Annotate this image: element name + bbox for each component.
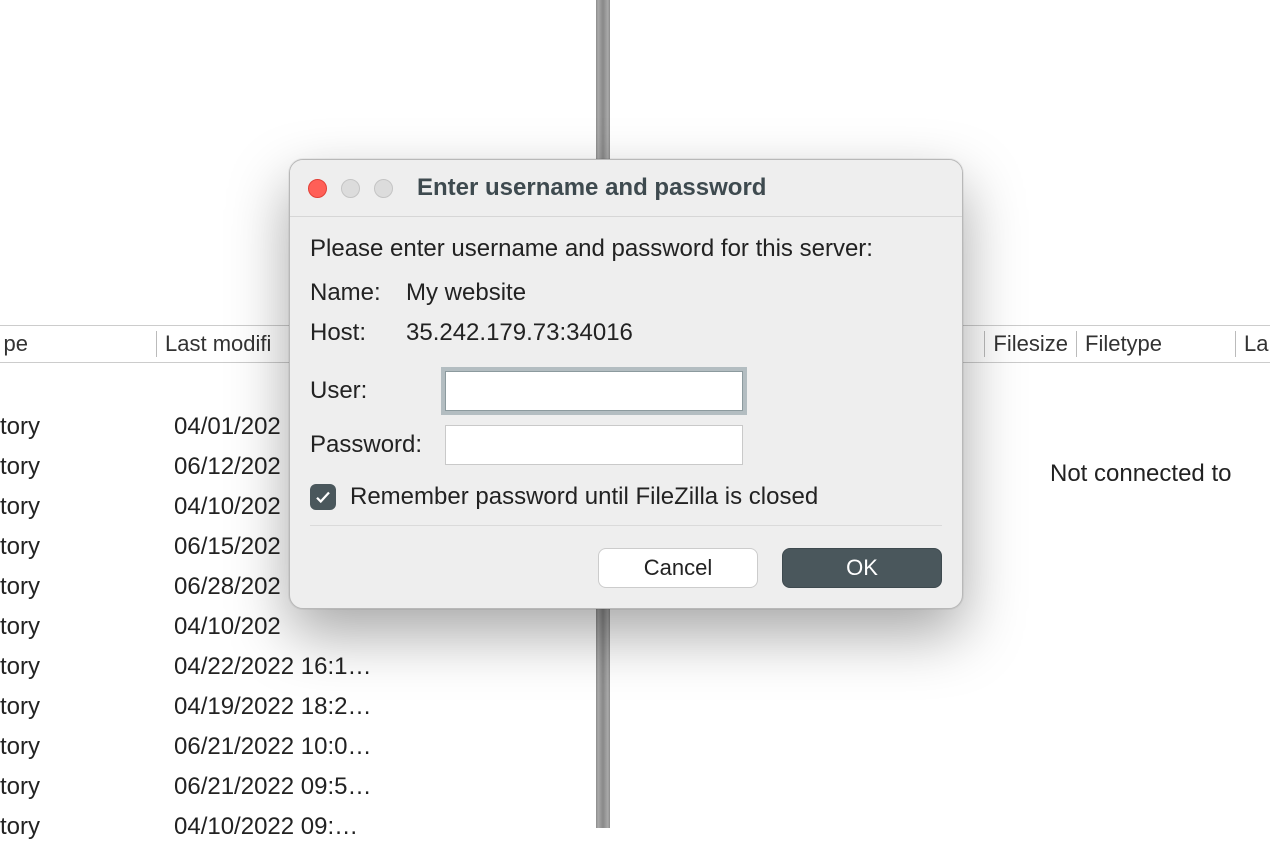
host-label: Host: — [310, 319, 406, 347]
dialog-title: Enter username and password — [417, 174, 766, 202]
column-separator[interactable] — [156, 331, 157, 357]
user-row: User: — [310, 371, 942, 411]
cancel-button[interactable]: Cancel — [598, 548, 758, 588]
remember-checkbox[interactable] — [310, 484, 336, 510]
dialog-buttons: Cancel OK — [310, 548, 942, 588]
server-name-row: Name: My website — [310, 279, 942, 307]
column-separator[interactable] — [1076, 331, 1077, 357]
list-item[interactable]: tory04/10/202 — [0, 607, 596, 647]
close-icon[interactable] — [308, 179, 327, 198]
list-item[interactable]: tory04/19/2022 18:2… — [0, 687, 596, 727]
remember-label: Remember password until FileZilla is clo… — [350, 483, 818, 511]
dialog-body: Please enter username and password for t… — [290, 217, 962, 608]
list-item[interactable]: tory06/21/2022 09:5… — [0, 767, 596, 807]
list-item[interactable]: tory06/21/2022 10:0… — [0, 727, 596, 767]
auth-dialog: Enter username and password Please enter… — [289, 159, 963, 609]
column-filetype[interactable]: Filetype — [1085, 331, 1227, 357]
password-label: Password: — [310, 431, 445, 459]
name-value: My website — [406, 279, 942, 307]
column-separator[interactable] — [1235, 331, 1236, 357]
column-filesize[interactable]: Filesize — [993, 331, 1068, 357]
dialog-prompt: Please enter username and password for t… — [310, 235, 942, 263]
maximize-icon — [374, 179, 393, 198]
list-item[interactable]: tory04/22/2022 16:1… — [0, 647, 596, 687]
not-connected-message: Not connected to — [1050, 460, 1231, 488]
window-controls — [308, 179, 393, 198]
column-separator[interactable] — [984, 331, 985, 357]
remember-row: Remember password until FileZilla is clo… — [310, 483, 942, 511]
check-icon — [314, 488, 332, 506]
column-filetype[interactable]: pe — [0, 331, 28, 357]
host-value: 35.242.179.73:34016 — [406, 319, 942, 347]
column-last[interactable]: La — [1244, 331, 1270, 357]
user-input[interactable] — [445, 371, 743, 411]
separator — [310, 525, 942, 526]
column-last-modified[interactable]: Last modifi — [165, 331, 271, 357]
name-label: Name: — [310, 279, 406, 307]
list-item[interactable]: tory04/10/2022 09:… — [0, 807, 596, 847]
password-row: Password: — [310, 425, 942, 465]
user-label: User: — [310, 377, 445, 405]
server-host-row: Host: 35.242.179.73:34016 — [310, 319, 942, 347]
password-input[interactable] — [445, 425, 743, 465]
ok-button[interactable]: OK — [782, 548, 942, 588]
minimize-icon — [341, 179, 360, 198]
dialog-titlebar[interactable]: Enter username and password — [290, 160, 962, 217]
